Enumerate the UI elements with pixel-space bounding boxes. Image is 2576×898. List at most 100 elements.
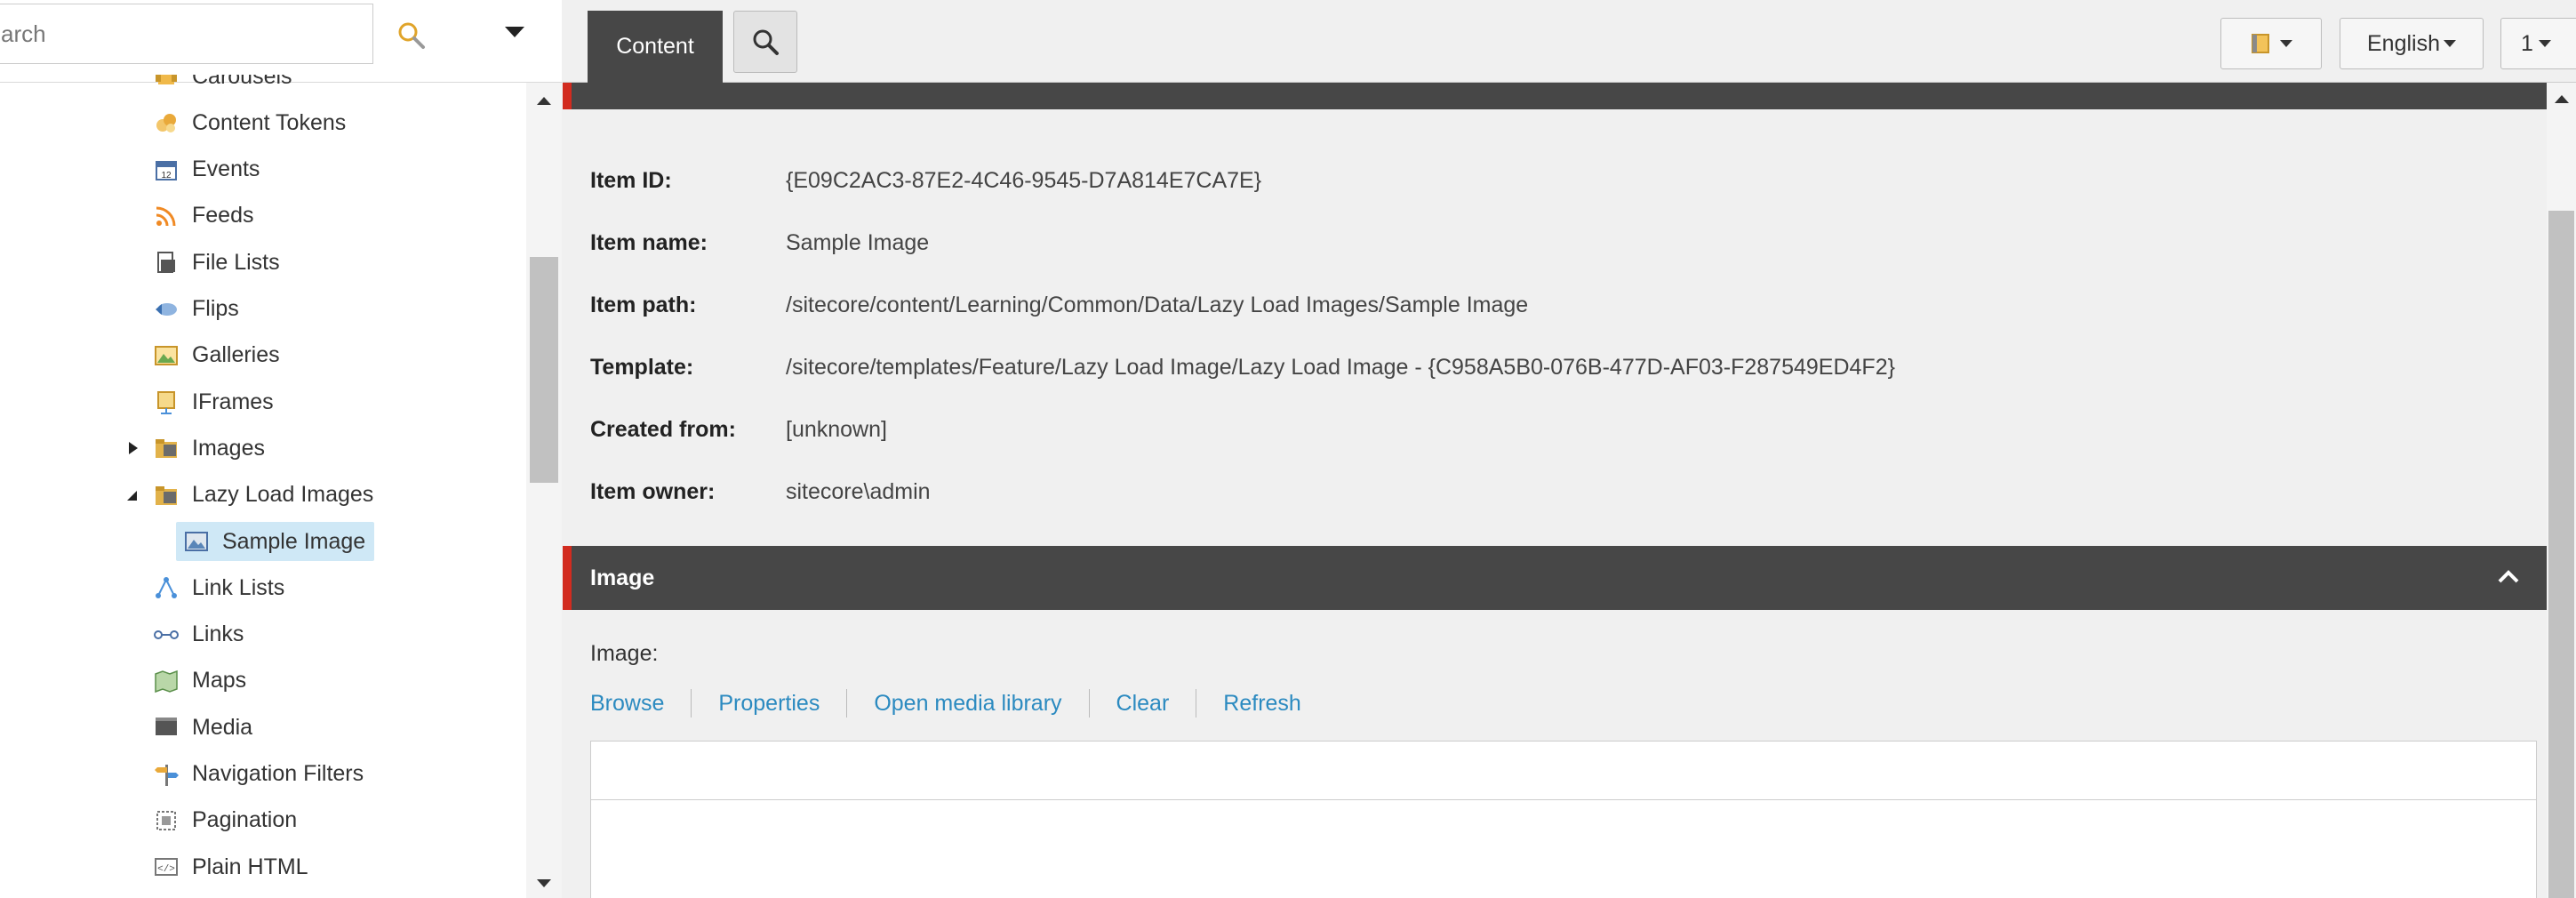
rss-feed-icon: [156, 206, 176, 227]
tree-item[interactable]: Images: [153, 429, 265, 468]
info-value: /sitecore/content/Learning/Common/Data/L…: [786, 292, 1529, 317]
search-input[interactable]: [0, 4, 373, 64]
tree-item-label: Images: [192, 435, 265, 461]
info-label: Created from:: [590, 416, 736, 442]
tree-item-label: Flips: [192, 296, 239, 321]
chevron-up-icon[interactable]: [2497, 565, 2520, 589]
media-library-button[interactable]: [2220, 18, 2322, 69]
tree-item[interactable]: </> Plain HTML: [153, 847, 308, 886]
scrollbar-thumb[interactable]: [2548, 211, 2574, 898]
content-tokens-icon: [156, 114, 176, 133]
collapse-arrow-icon[interactable]: [124, 487, 140, 503]
map-icon: [155, 669, 178, 693]
content-tree: Carousels Content Tokens 12 Events Feeds File…: [0, 75, 526, 898]
section-title: Image: [590, 565, 655, 590]
search-icon: [753, 29, 779, 55]
tab-content[interactable]: Content: [588, 11, 723, 83]
browse-link[interactable]: Browse: [590, 689, 691, 718]
version-label: 1: [2521, 30, 2533, 56]
properties-link[interactable]: Properties: [691, 689, 846, 718]
image-icon: [185, 532, 208, 551]
tree-item[interactable]: Feeds: [153, 196, 253, 236]
tree-item-label: Galleries: [192, 342, 280, 368]
open-media-library-link[interactable]: Open media library: [846, 689, 1088, 718]
tree-item-label: Media: [192, 714, 253, 740]
content-tree-panel: Carousels Content Tokens 12 Events Feeds File…: [0, 0, 562, 898]
tree-item[interactable]: IFrames: [153, 382, 274, 421]
image-field-label: Image:: [590, 641, 659, 666]
chevron-down-icon: [2538, 40, 2551, 47]
tree-item[interactable]: Maps: [153, 661, 246, 701]
tree-item[interactable]: Content Tokens: [153, 103, 346, 142]
tab-search[interactable]: [733, 11, 797, 73]
clear-link[interactable]: Clear: [1088, 689, 1196, 718]
info-value: [unknown]: [786, 416, 887, 442]
expand-arrow-icon[interactable]: [124, 440, 140, 456]
tree-item-label: Pagination: [192, 807, 298, 833]
editor-scrollbar[interactable]: [2547, 83, 2576, 898]
link-list-icon: [156, 577, 177, 599]
quick-info-section-header[interactable]: [563, 83, 2547, 109]
folder-icon: [156, 485, 177, 505]
info-value: sitecore\admin: [786, 478, 931, 504]
image-field-info-bar: [591, 742, 2536, 800]
search-icon: [398, 22, 425, 49]
editor-toolbar: Content English 1: [563, 0, 2576, 83]
scroll-down-icon[interactable]: [537, 878, 551, 889]
calendar-icon: 12: [156, 160, 177, 180]
scrollbar-thumb[interactable]: [530, 257, 558, 483]
info-value: Sample Image: [786, 229, 930, 255]
folder-icon: [156, 439, 177, 459]
info-label: Template:: [590, 354, 694, 380]
html-icon: </>: [155, 858, 178, 877]
language-selector[interactable]: English: [2340, 18, 2484, 69]
tree-item[interactable]: Links: [153, 615, 244, 654]
svg-text:</>: </>: [157, 864, 175, 875]
tree-item-label: Lazy Load Images: [192, 482, 374, 508]
scroll-up-icon[interactable]: [2555, 93, 2569, 104]
tree-item[interactable]: File Lists: [153, 243, 280, 282]
item-editor: Item ID: {E09C2AC3-87E2-4C46-9545-D7A814…: [563, 83, 2547, 898]
links-icon: [154, 629, 179, 639]
tree-item[interactable]: Link Lists: [153, 568, 284, 607]
scroll-up-icon[interactable]: [537, 95, 551, 106]
tree-item-label: File Lists: [192, 249, 280, 275]
search-button[interactable]: [389, 16, 434, 55]
language-label: English: [2367, 30, 2440, 56]
image-field-box[interactable]: [590, 741, 2537, 898]
tree-item[interactable]: Media: [153, 708, 252, 747]
tree-item[interactable]: 12 Events: [153, 150, 260, 189]
tree-item-label: Carousels: [192, 75, 292, 89]
tree-item[interactable]: Flips: [153, 290, 239, 329]
info-value: /sitecore/templates/Feature/Lazy Load Im…: [786, 354, 1895, 380]
tree-item-label: Link Lists: [192, 574, 285, 600]
tree-item[interactable]: Navigation Filters: [153, 755, 364, 794]
content-editor: Carousels Content Tokens 12 Events Feeds File…: [0, 0, 2576, 898]
tree-item[interactable]: Carousels: [153, 75, 292, 96]
svg-text:12: 12: [161, 171, 172, 180]
version-selector[interactable]: 1: [2500, 18, 2576, 69]
tree-item-label: Maps: [192, 668, 247, 694]
image-section-header[interactable]: Image: [563, 546, 2547, 610]
info-value: {E09C2AC3-87E2-4C46-9545-D7A814E7CA7E}: [786, 167, 1262, 193]
info-label: Item owner:: [590, 478, 716, 504]
tree-item-label: Events: [192, 156, 260, 182]
tree-scrollbar[interactable]: [526, 83, 562, 898]
tree-item[interactable]: Lazy Load Images: [153, 476, 373, 515]
chevron-down-icon[interactable]: [505, 25, 524, 39]
chevron-down-icon: [2280, 40, 2292, 47]
chevron-down-icon: [2444, 40, 2456, 47]
file-list-icon: [157, 252, 175, 274]
iframe-icon: [157, 391, 175, 415]
info-label: Item ID:: [590, 167, 672, 193]
tree-item-label: Content Tokens: [192, 109, 347, 135]
refresh-link[interactable]: Refresh: [1196, 689, 1328, 718]
tree-item-label: Navigation Filters: [192, 761, 364, 786]
media-icon: [156, 718, 177, 736]
tree-search-bar: [0, 0, 562, 83]
tree-item[interactable]: Sample Image: [176, 522, 375, 561]
info-label: Item path:: [590, 292, 697, 317]
tree-item[interactable]: Pagination: [153, 801, 297, 840]
tree-item-label: Plain HTML: [192, 854, 308, 879]
tree-item[interactable]: Galleries: [153, 336, 280, 375]
